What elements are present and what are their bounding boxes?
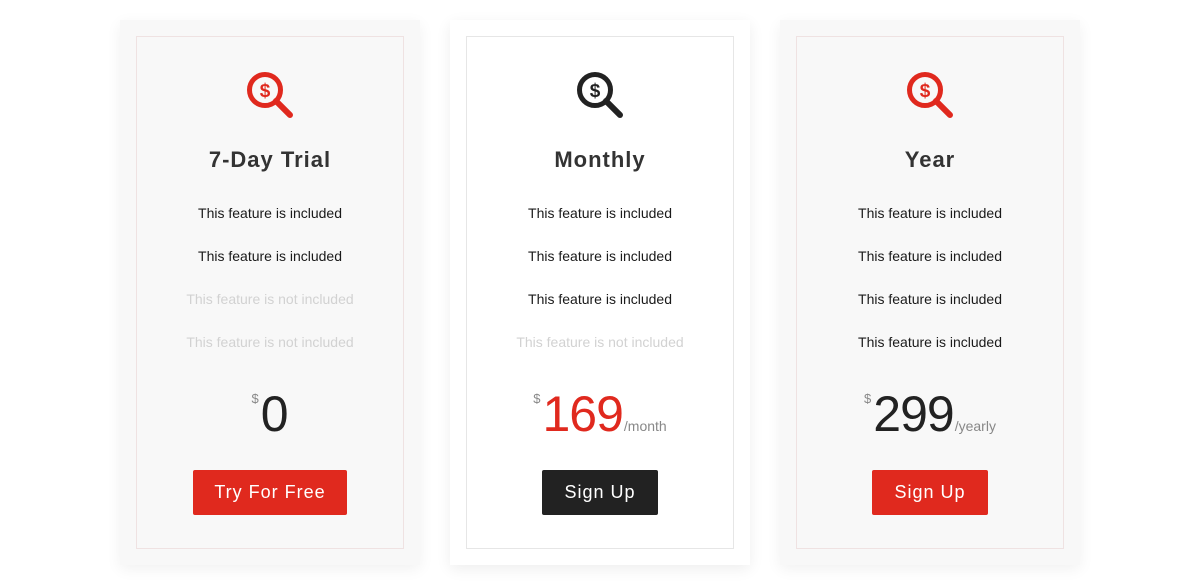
feature-item: This feature is included — [528, 205, 672, 221]
price-amount: 169 — [542, 386, 623, 442]
price-amount: 0 — [260, 386, 289, 442]
dollar-search-icon: $ — [244, 69, 296, 121]
feature-item: This feature is included — [858, 291, 1002, 307]
pricing-section: $ 7-Day Trial This feature is included T… — [0, 0, 1200, 585]
pricing-card-frame: $ Monthly This feature is included This … — [466, 36, 734, 549]
pricing-card-monthly: $ Monthly This feature is included This … — [450, 20, 750, 565]
svg-text:$: $ — [260, 81, 271, 102]
feature-item-excluded: This feature is not included — [516, 334, 684, 350]
price-period: /month — [623, 418, 667, 434]
dollar-search-icon: $ — [904, 69, 956, 121]
feature-item-excluded: This feature is not included — [186, 291, 354, 307]
plan-title: Year — [904, 147, 956, 172]
plan-title: Monthly — [554, 147, 646, 172]
plan-price: $0 — [137, 385, 403, 443]
feature-item: This feature is included — [198, 205, 342, 221]
pricing-card-frame: $ 7-Day Trial This feature is included T… — [136, 36, 404, 549]
pricing-card-frame: $ Year This feature is included This fea… — [796, 36, 1064, 549]
sign-up-button[interactable]: Sign Up — [872, 470, 988, 515]
svg-text:$: $ — [590, 81, 601, 102]
pricing-card-trial: $ 7-Day Trial This feature is included T… — [120, 20, 420, 565]
feature-list: This feature is included This feature is… — [797, 205, 1063, 377]
price-amount: 299 — [873, 386, 954, 442]
price-currency: $ — [533, 391, 541, 406]
sign-up-button[interactable]: Sign Up — [542, 470, 658, 515]
price-currency: $ — [864, 391, 872, 406]
plan-price: $169/month — [467, 385, 733, 443]
feature-list: This feature is included This feature is… — [137, 205, 403, 377]
pricing-card-year: $ Year This feature is included This fea… — [780, 20, 1080, 565]
feature-item: This feature is included — [528, 291, 672, 307]
try-for-free-button[interactable]: Try For Free — [193, 470, 347, 515]
plan-title: 7-Day Trial — [208, 147, 332, 172]
svg-text:$: $ — [920, 81, 931, 102]
feature-list: This feature is included This feature is… — [467, 205, 733, 377]
feature-item: This feature is included — [198, 248, 342, 264]
feature-item: This feature is included — [858, 334, 1002, 350]
feature-item: This feature is included — [858, 205, 1002, 221]
price-currency: $ — [251, 391, 259, 406]
feature-item: This feature is included — [528, 248, 672, 264]
feature-item: This feature is included — [858, 248, 1002, 264]
dollar-search-icon: $ — [574, 69, 626, 121]
feature-item-excluded: This feature is not included — [186, 334, 354, 350]
price-period: /yearly — [954, 418, 996, 434]
plan-price: $299/yearly — [797, 385, 1063, 443]
